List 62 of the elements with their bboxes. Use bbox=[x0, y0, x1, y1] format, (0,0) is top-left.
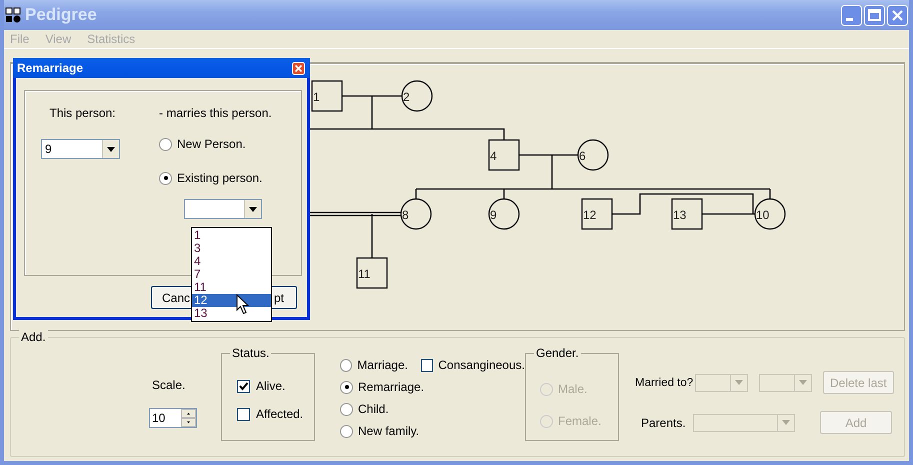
caret-icon bbox=[782, 420, 790, 425]
existing-person-dropdown[interactable] bbox=[184, 199, 262, 219]
female-node[interactable]: 8 bbox=[400, 198, 432, 230]
female-node[interactable]: 9 bbox=[488, 198, 520, 230]
group-title: Status. bbox=[230, 346, 272, 360]
radio-label: Child. bbox=[358, 402, 389, 416]
dropdown-option[interactable]: 12 bbox=[192, 294, 271, 307]
window-title: Pedigree bbox=[25, 5, 97, 25]
checkbox[interactable] bbox=[237, 380, 250, 392]
marries-label: - marries this person. bbox=[159, 106, 272, 120]
mouse-pointer-icon bbox=[236, 294, 249, 315]
radio-button[interactable] bbox=[340, 424, 353, 438]
male-node[interactable]: 4 bbox=[488, 139, 520, 171]
maximize-icon[interactable] bbox=[864, 4, 885, 26]
radio-label: New Person. bbox=[177, 137, 246, 151]
checkbox[interactable] bbox=[237, 408, 250, 420]
male-node[interactable]: 11 bbox=[356, 257, 388, 289]
female-node[interactable]: 2 bbox=[401, 80, 433, 112]
checkbox-label: Alive. bbox=[256, 379, 286, 393]
scale-spinner[interactable]: 10 bbox=[149, 408, 197, 428]
male-node[interactable]: 13 bbox=[671, 198, 703, 230]
radio-button[interactable] bbox=[159, 138, 172, 150]
female-node[interactable]: 6 bbox=[577, 139, 609, 171]
dialog-title: Remarriage bbox=[17, 61, 84, 75]
radio-label: Existing person. bbox=[177, 171, 262, 185]
married-to-label: Married to? bbox=[635, 376, 694, 388]
radio-button[interactable] bbox=[340, 380, 353, 394]
close-icon[interactable] bbox=[887, 4, 908, 26]
spin-down-icon[interactable] bbox=[181, 418, 196, 427]
radio-label: New family. bbox=[358, 424, 420, 438]
radio-label: Marriage. bbox=[357, 358, 408, 372]
close-icon[interactable] bbox=[292, 62, 305, 74]
dropdown-option[interactable]: 13 bbox=[192, 307, 271, 320]
scale-label: Scale. bbox=[152, 378, 186, 392]
dropdown-option[interactable]: 1 bbox=[192, 229, 271, 242]
checkbox-label: Consangineous. bbox=[438, 358, 525, 372]
radio-button[interactable] bbox=[340, 358, 352, 372]
group-title: Gender. bbox=[534, 346, 581, 360]
radio-button[interactable] bbox=[340, 402, 353, 416]
minimize-icon[interactable] bbox=[841, 4, 862, 26]
radio-label: Male. bbox=[558, 382, 588, 396]
dropdown-option[interactable]: 7 bbox=[192, 268, 271, 281]
caret-icon bbox=[799, 380, 807, 385]
caret-icon bbox=[735, 380, 743, 385]
dropdown-option[interactable]: 4 bbox=[192, 255, 271, 268]
spin-up-icon[interactable] bbox=[181, 409, 196, 418]
group-title: Add. bbox=[19, 330, 48, 344]
male-node[interactable]: 12 bbox=[581, 198, 613, 230]
radio-button[interactable] bbox=[159, 172, 172, 184]
checkbox-label: Affected. bbox=[256, 407, 304, 421]
checkbox[interactable] bbox=[420, 358, 434, 372]
caret-icon bbox=[107, 146, 115, 152]
dropdown-option[interactable]: 3 bbox=[192, 242, 271, 255]
female-node[interactable]: 10 bbox=[754, 198, 786, 230]
person-dropdown[interactable]: 9 bbox=[41, 139, 120, 159]
app-icon bbox=[5, 7, 21, 23]
this-person-label: This person: bbox=[49, 106, 116, 120]
radio-label: Female. bbox=[558, 414, 602, 428]
male-node[interactable]: 1 bbox=[311, 80, 343, 112]
parents-label: Parents. bbox=[641, 416, 687, 430]
caret-icon bbox=[249, 206, 257, 212]
radio-label: Remarriage. bbox=[358, 380, 424, 394]
